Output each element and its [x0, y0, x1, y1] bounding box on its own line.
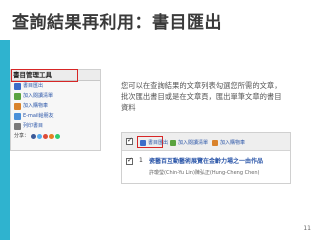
toolbox-item-label: E-mail給朋友	[23, 113, 54, 119]
page-number: 11	[303, 225, 311, 232]
toolbox-item[interactable]: E-mail給朋友	[11, 111, 100, 121]
toolbox-item[interactable]: 加入閱讀清單	[11, 91, 100, 101]
row-checkbox[interactable]	[126, 156, 133, 165]
results-toolbar-button[interactable]: 加入閱讀清單	[170, 138, 208, 147]
reading-list-icon	[170, 139, 176, 146]
export-icon	[140, 139, 146, 146]
result-row: 1 瓷藝百互動藝術展覽在金齡力場之一由作品 許瓊瑩(Chin-Yu Lin)陳弘…	[122, 153, 290, 183]
results-panel: 書目匯出 加入閱讀清單 加入購物車 1 瓷藝百互動藝術展覽在金齡力場之一由作品 許瓊…	[121, 132, 291, 184]
share-label: 分享：	[14, 133, 30, 139]
results-toolbar: 書目匯出 加入閱讀清單 加入購物車	[122, 133, 290, 151]
results-toolbar-button[interactable]: 書目匯出	[140, 138, 168, 147]
select-all-checkbox[interactable]	[126, 136, 133, 145]
toolbox-header: 書目管理工具	[11, 69, 100, 82]
cart-icon	[212, 139, 218, 146]
toolbox-item-label: 加入購物車	[23, 103, 49, 109]
cart-icon	[14, 102, 21, 110]
share-icon[interactable]	[31, 133, 37, 139]
toolbox-panel: 書目管理工具 書目匯出加入閱讀清單 加入購物車 E-mail給朋友 列印書目 分享：	[10, 69, 101, 151]
email-icon	[14, 112, 21, 120]
row-number: 1	[139, 157, 143, 164]
toolbox-item[interactable]: 書目匯出	[11, 81, 100, 91]
toolbox-item-label: 列印書目	[23, 123, 44, 129]
description-text: 您可以在查詢結果的文章列表勾選您所需的文章，批次匯出書目或是在文章頁，匯出單筆文…	[121, 81, 282, 113]
results-toolbar-button-label: 加入閱讀清單	[178, 140, 209, 146]
row-title-link[interactable]: 瓷藝百互動藝術展覽在金齡力場之一由作品	[149, 156, 263, 165]
toolbox-item[interactable]: 加入購物車	[11, 101, 100, 111]
toolbox-item-label: 加入閱讀清單	[23, 93, 54, 99]
toolbox-item-label: 書目匯出	[23, 83, 44, 89]
slide-title: 查詢結果再利用：書目匯出	[12, 13, 222, 33]
toolbox-item[interactable]: 列印書目	[11, 121, 100, 131]
share-icon[interactable]	[37, 133, 43, 139]
export-icon	[14, 82, 21, 90]
row-author: 許瓊瑩(Chin-Yu Lin)陳弘正(Hung-Cheng Chen)	[149, 170, 260, 176]
results-toolbar-button-label: 書目匯出	[148, 140, 169, 146]
share-row: 分享：	[11, 131, 100, 141]
results-toolbar-button[interactable]: 加入購物車	[212, 138, 245, 147]
print-icon	[14, 122, 21, 130]
share-icon[interactable]	[55, 133, 61, 139]
accent-stripe	[0, 40, 10, 240]
share-icon[interactable]	[49, 133, 55, 139]
reading-list-icon	[14, 92, 21, 100]
results-toolbar-button-label: 加入購物車	[220, 140, 246, 146]
share-icon[interactable]	[43, 133, 49, 139]
